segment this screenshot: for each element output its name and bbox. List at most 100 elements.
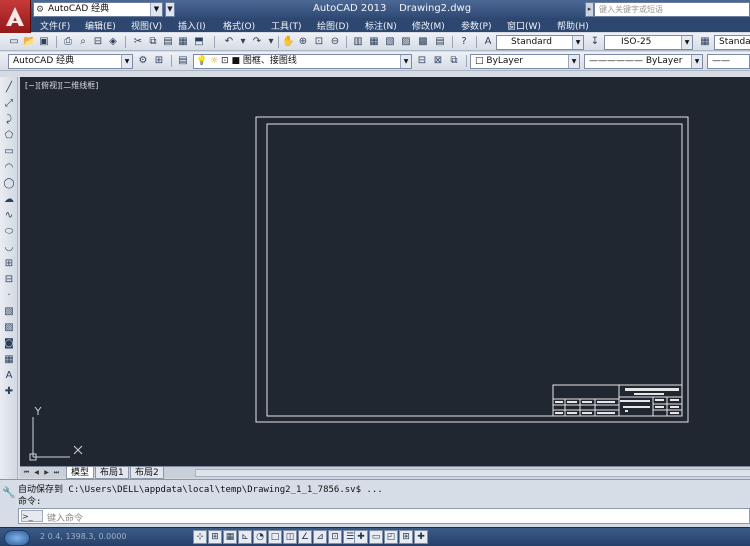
dim-style-icon[interactable]: ↧ <box>588 35 602 49</box>
save-icon[interactable]: ▣ <box>37 35 51 49</box>
quick-properties-icon[interactable]: ▭ <box>369 530 383 544</box>
region-icon[interactable]: ◙ <box>2 337 16 351</box>
horizontal-scrollbar[interactable] <box>195 469 750 477</box>
pan-icon[interactable]: ✋ <box>281 35 295 49</box>
help-icon[interactable]: ? <box>457 35 471 49</box>
chevron-down-icon[interactable]: ▼ <box>150 3 162 16</box>
chevron-down-icon[interactable]: ▼ <box>691 55 702 68</box>
open-icon[interactable]: 📂 <box>22 35 36 49</box>
zoom-previous-icon[interactable]: ⊖ <box>328 35 342 49</box>
redo-icon[interactable]: ↷ <box>250 35 264 49</box>
ellipse-arc-icon[interactable]: ◡ <box>2 241 16 255</box>
markup-icon[interactable]: ▩ <box>416 35 430 49</box>
annotation-monitor-icon[interactable]: ⊞ <box>399 530 413 544</box>
undo-icon[interactable]: ↶ <box>222 35 236 49</box>
menu-view[interactable]: 视图(V) <box>131 19 162 32</box>
ortho-mode-icon[interactable]: ⊾ <box>238 530 252 544</box>
prev-tab-icon[interactable]: ◀ <box>32 468 41 478</box>
construction-line-icon[interactable]: ⤢ <box>2 97 16 111</box>
object-snap-icon[interactable]: □ <box>268 530 282 544</box>
hatch-icon[interactable]: ▧ <box>2 305 16 319</box>
workspace-settings-icon[interactable]: ⚙ <box>136 54 150 68</box>
3d-osnap-icon[interactable]: ◫ <box>283 530 297 544</box>
rectangle-icon[interactable]: ▭ <box>2 145 16 159</box>
chevron-down-icon[interactable]: ▼ <box>568 55 579 68</box>
dim-style-select[interactable]: ISO-25 ▼ <box>604 35 693 50</box>
drawing-canvas[interactable]: [−][俯视][二维线框] <box>20 77 750 466</box>
wrench-icon[interactable]: 🔧 <box>2 486 16 500</box>
table-style-icon[interactable]: ▦ <box>698 35 712 49</box>
infer-constraints-icon[interactable]: ⊹ <box>193 530 207 544</box>
sheet-set-icon[interactable]: ▨ <box>399 35 413 49</box>
tab-layout1[interactable]: 布局1 <box>95 467 129 479</box>
quick-access-dropdown[interactable]: ▼ <box>165 2 175 17</box>
first-tab-icon[interactable]: ⏮ <box>22 468 31 478</box>
point-icon[interactable]: · <box>2 289 16 303</box>
zoom-window-icon[interactable]: ⊡ <box>312 35 326 49</box>
menu-file[interactable]: 文件(F) <box>40 19 70 32</box>
object-snap-tracking-icon[interactable]: ∠ <box>298 530 312 544</box>
paste-icon[interactable]: ▤ <box>161 35 175 49</box>
polar-tracking-icon[interactable]: ◔ <box>253 530 267 544</box>
circle-icon[interactable]: ◯ <box>2 177 16 191</box>
last-tab-icon[interactable]: ⏭ <box>52 468 61 478</box>
menu-help[interactable]: 帮助(H) <box>557 19 589 32</box>
cut-icon[interactable]: ✂ <box>131 35 145 49</box>
publish-icon[interactable]: ⊟ <box>91 35 105 49</box>
quickcalc-icon[interactable]: ▤ <box>433 35 447 49</box>
chevron-down-icon[interactable]: ▼ <box>400 55 411 68</box>
text-style-select[interactable]: Standard ▼ <box>496 35 584 50</box>
tab-model[interactable]: 模型 <box>66 467 95 479</box>
copy-icon[interactable]: ⧉ <box>146 35 160 49</box>
text-style-icon[interactable]: A <box>481 35 495 49</box>
menu-tools[interactable]: 工具(T) <box>271 19 302 32</box>
plot-preview-icon[interactable]: ⌕ <box>76 35 90 49</box>
ellipse-icon[interactable]: ⬭ <box>2 225 16 239</box>
plot-icon[interactable]: ⎙ <box>61 35 75 49</box>
start-button[interactable] <box>4 530 30 546</box>
menu-edit[interactable]: 编辑(E) <box>85 19 116 32</box>
block-editor-icon[interactable]: ⬒ <box>192 35 206 49</box>
layer-select[interactable]: 💡 ☼ ⊡ ■ 图框、接图线 ▼ <box>193 54 412 69</box>
add-selected-icon[interactable]: ✚ <box>2 385 16 399</box>
polyline-icon[interactable]: ⤸ <box>2 113 16 127</box>
chevron-down-icon[interactable]: ▼ <box>121 55 132 68</box>
arc-icon[interactable]: ◠ <box>2 161 16 175</box>
table-icon[interactable]: ▦ <box>2 353 16 367</box>
color-select[interactable]: □ ByLayer ▼ <box>470 54 580 69</box>
make-current-layer-icon[interactable]: ⊟ <box>415 54 429 68</box>
3d-print-icon[interactable]: ◈ <box>106 35 120 49</box>
spline-icon[interactable]: ∿ <box>2 209 16 223</box>
layer-states-icon[interactable]: ⧉ <box>447 54 461 68</box>
table-style-select[interactable]: Standard <box>714 35 750 50</box>
design-center-icon[interactable]: ▦ <box>367 35 381 49</box>
line-icon[interactable]: ╱ <box>2 81 16 95</box>
properties-icon[interactable]: ▥ <box>351 35 365 49</box>
workspace-select[interactable]: AutoCAD 经典 ▼ <box>8 54 133 69</box>
menu-modify[interactable]: 修改(M) <box>412 19 445 32</box>
search-toggle-icon[interactable]: ▸ <box>585 2 594 17</box>
new-icon[interactable]: ▭ <box>7 35 21 49</box>
snap-mode-icon[interactable]: ⊞ <box>208 530 222 544</box>
grid-display-icon[interactable]: ▦ <box>223 530 237 544</box>
selection-cycling-icon[interactable]: ◰ <box>384 530 398 544</box>
linetype-select[interactable]: —————— ByLayer ▼ <box>584 54 703 69</box>
redo-dropdown-icon[interactable]: ▾ <box>264 35 278 49</box>
gradient-icon[interactable]: ▨ <box>2 321 16 335</box>
dynamic-input-icon[interactable]: ⊡ <box>328 530 342 544</box>
polygon-icon[interactable]: ⬠ <box>2 129 16 143</box>
zoom-realtime-icon[interactable]: ⊕ <box>296 35 310 49</box>
ucs-dynamic-icon[interactable]: ⊿ <box>313 530 327 544</box>
workspace-switcher[interactable]: ⚙ AutoCAD 经典 ▼ <box>33 2 163 17</box>
insert-block-icon[interactable]: ⊞ <box>2 257 16 271</box>
chevron-down-icon[interactable]: ▼ <box>572 36 583 49</box>
menu-format[interactable]: 格式(O) <box>223 19 255 32</box>
tool-palettes-icon[interactable]: ▧ <box>383 35 397 49</box>
match-properties-icon[interactable]: ▦ <box>176 35 190 49</box>
chevron-down-icon[interactable]: ▼ <box>681 36 692 49</box>
layer-previous-icon[interactable]: ⊠ <box>431 54 445 68</box>
tab-layout2[interactable]: 布局2 <box>130 467 164 479</box>
layer-properties-icon[interactable]: ▤ <box>176 54 190 68</box>
transparency-icon[interactable]: ✚ <box>354 530 368 544</box>
multiline-text-icon[interactable]: A <box>2 369 16 383</box>
